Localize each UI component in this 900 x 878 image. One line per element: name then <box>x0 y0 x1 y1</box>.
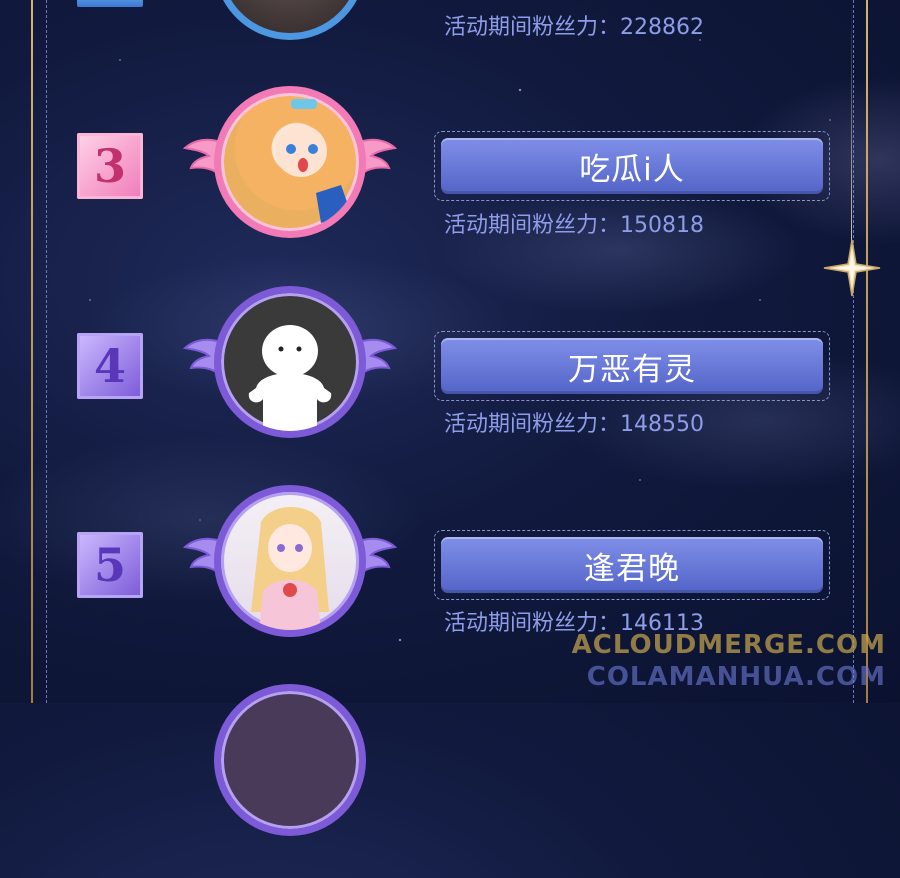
name-box: 吃瓜i人 <box>434 131 830 201</box>
fan-power-text: 活动期间粉丝力：148550 <box>444 406 704 438</box>
avatar-frame <box>183 286 397 446</box>
name-box: 万恶有灵 <box>434 331 830 401</box>
fan-power-label: 活动期间粉丝力： <box>444 412 621 437</box>
user-avatar <box>214 0 366 40</box>
ranking-entry-6 <box>0 678 900 878</box>
rank-badge: 5 <box>77 532 143 598</box>
user-avatar <box>214 684 366 836</box>
rank-badge: 3 <box>77 133 143 199</box>
fan-power-label: 活动期间粉丝力： <box>444 213 621 238</box>
username-button[interactable]: 逢君晚 <box>441 537 823 593</box>
user-avatar <box>214 286 366 438</box>
user-avatar <box>214 485 366 637</box>
fan-power-label: 活动期间粉丝力： <box>444 15 621 40</box>
fan-power-value: 148550 <box>620 412 704 437</box>
ranking-entry-4: 4 万恶有灵 活动期间粉丝力：148550 <box>0 280 900 480</box>
fan-power-text: 活动期间粉丝力：150818 <box>444 207 704 239</box>
anime-girl-avatar-image <box>251 507 329 630</box>
fan-power-value: 150818 <box>620 213 704 238</box>
watermark-line-1: ACLOUDMERGE.COM <box>571 630 886 660</box>
avatar-frame <box>183 485 397 645</box>
avatar-frame <box>183 0 397 48</box>
white-figure-avatar-image <box>248 325 332 431</box>
username-button[interactable]: 万恶有灵 <box>441 338 823 394</box>
user-avatar <box>214 86 366 238</box>
ranking-entry-3: 3 吃瓜i人 活动期间粉丝力：150818 <box>0 80 900 280</box>
fan-power-text: 活动期间粉丝力：228862 <box>444 9 704 41</box>
rank-badge: 4 <box>77 333 143 399</box>
ranking-entry-2: 活动期间粉丝力：228862 <box>0 0 900 40</box>
rank-badge <box>77 0 143 7</box>
avatar-frame <box>183 684 397 844</box>
anime-girl-avatar-image <box>275 99 351 223</box>
avatar-frame <box>183 86 397 246</box>
name-box: 逢君晚 <box>434 530 830 600</box>
fan-power-value: 228862 <box>620 15 704 40</box>
watermark-line-2: COLAMANHUA.COM <box>586 662 886 692</box>
username-button[interactable]: 吃瓜i人 <box>441 138 823 194</box>
